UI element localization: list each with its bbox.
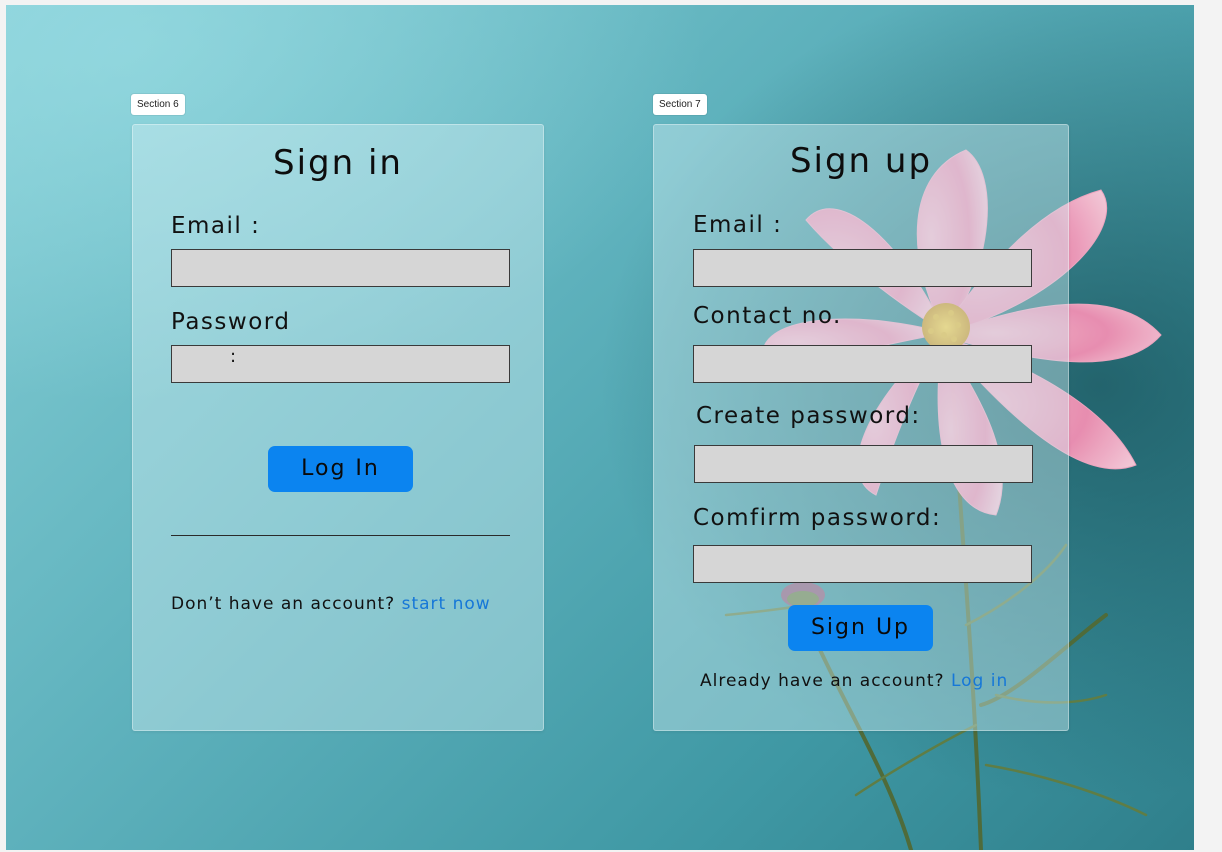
signup-title: Sign up xyxy=(789,141,933,181)
signin-divider xyxy=(171,535,510,536)
signup-card: Sign up Email : Contact no. Create passw… xyxy=(653,124,1069,731)
contact-no-input[interactable] xyxy=(693,345,1032,383)
log-in-link[interactable]: Log in xyxy=(951,671,1008,691)
confirm-password-label: Comfirm password: xyxy=(693,505,942,531)
signin-email-label: Email : xyxy=(171,213,261,239)
signin-footer-text: Don’t have an account? xyxy=(171,594,402,614)
signin-title: Sign in xyxy=(273,143,403,183)
password-stray-colon: : xyxy=(230,346,237,367)
signup-email-label: Email : xyxy=(693,212,783,238)
signup-footer: Already have an account? Log in xyxy=(700,671,1008,691)
signin-password-label: Password xyxy=(171,309,291,335)
signin-email-input[interactable] xyxy=(171,249,510,287)
create-password-label: Create password: xyxy=(696,403,921,429)
confirm-password-input[interactable] xyxy=(693,545,1032,583)
signin-password-input[interactable]: : xyxy=(171,345,510,383)
section-6-tag[interactable]: Section 6 xyxy=(131,94,185,115)
signup-button[interactable]: Sign Up xyxy=(788,605,933,651)
start-now-link[interactable]: start now xyxy=(402,594,491,614)
signup-email-input[interactable] xyxy=(693,249,1032,287)
signup-footer-text: Already have an account? xyxy=(700,671,951,691)
canvas: Section 6 Section 7 Sign in Email : Pass… xyxy=(6,5,1194,850)
signin-card: Sign in Email : Password : Log In Don’t … xyxy=(132,124,544,731)
create-password-input[interactable] xyxy=(694,445,1033,483)
contact-no-label: Contact no. xyxy=(693,303,842,329)
section-7-tag[interactable]: Section 7 xyxy=(653,94,707,115)
signin-footer: Don’t have an account? start now xyxy=(171,594,491,614)
login-button[interactable]: Log In xyxy=(268,446,413,492)
